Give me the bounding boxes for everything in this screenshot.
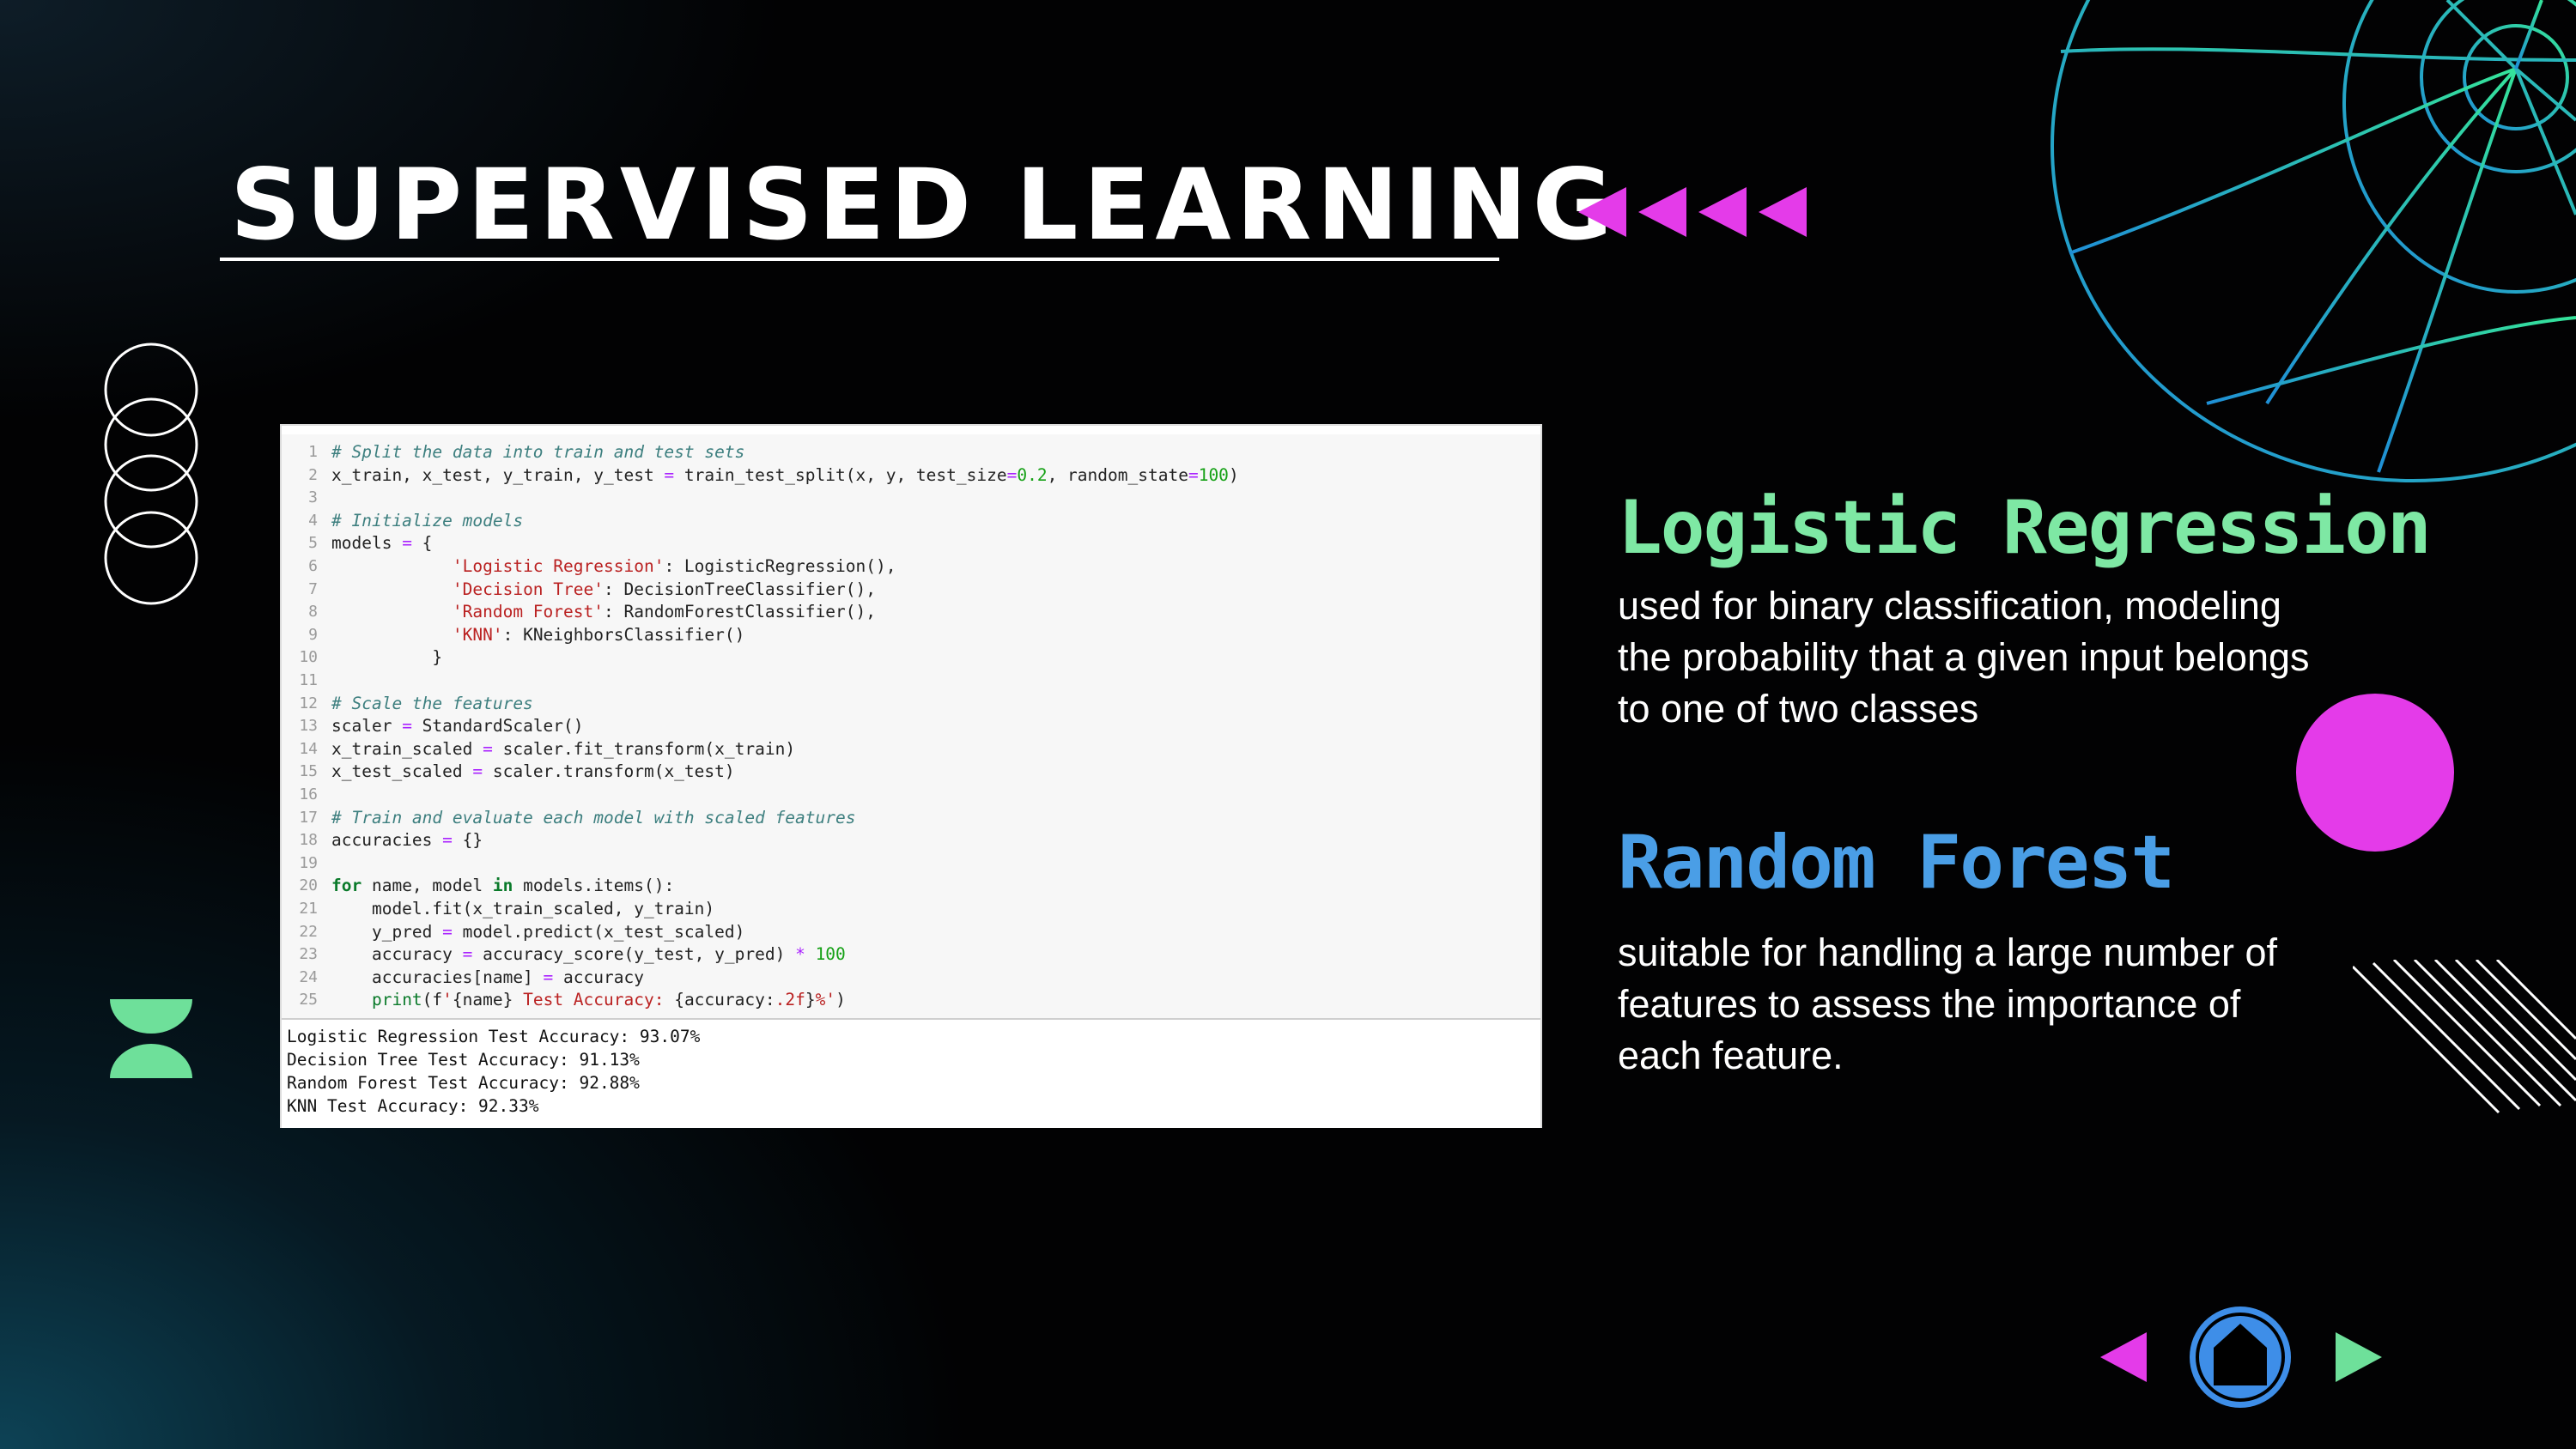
code-output: Logistic Regression Test Accuracy: 93.07… bbox=[282, 1018, 1540, 1128]
code-line: 15 x_test_scaled = scaler.transform(x_tes… bbox=[282, 761, 1540, 784]
code-line: 8 'Random Forest': RandomForestClassifie… bbox=[282, 601, 1540, 624]
line-number: 22 bbox=[299, 922, 318, 941]
line-number: 16 bbox=[299, 785, 318, 803]
code-text: x_train_scaled = scaler.fit_transform(x_… bbox=[331, 738, 796, 759]
line-number: 8 bbox=[308, 603, 318, 621]
line-number: 19 bbox=[299, 853, 318, 872]
code-line: 22 y_pred = model.predict(x_test_scaled) bbox=[282, 921, 1540, 944]
code-text: accuracy = accuracy_score(y_test, y_pred… bbox=[331, 944, 846, 965]
slide-title: SUPERVISED LEARNING bbox=[230, 148, 1619, 262]
code-line: 10 } bbox=[282, 646, 1540, 670]
output-line: Decision Tree Test Accuracy: 91.13% bbox=[287, 1050, 640, 1070]
line-number: 14 bbox=[299, 739, 318, 758]
code-text: # Split the data into train and test set… bbox=[331, 442, 745, 462]
output-line: Logistic Regression Test Accuracy: 93.07… bbox=[287, 1027, 701, 1046]
logistic-regression-title: Logistic Regression bbox=[1618, 485, 2432, 571]
home-icon bbox=[2196, 1313, 2285, 1402]
code-line: 7 'Decision Tree': DecisionTreeClassifie… bbox=[282, 579, 1540, 602]
code-line: 17 # Train and evaluate each model with s… bbox=[282, 807, 1540, 830]
code-line: 4 # Initialize models bbox=[282, 510, 1540, 533]
code-text: # Initialize models bbox=[331, 510, 524, 530]
random-forest-title: Random Forest bbox=[1618, 820, 2175, 906]
line-number: 2 bbox=[308, 465, 318, 484]
line-number: 15 bbox=[299, 762, 318, 781]
line-number: 1 bbox=[308, 443, 318, 461]
code-text: for name, model in models.items(): bbox=[331, 876, 675, 896]
code-line: 5 models = { bbox=[282, 532, 1540, 555]
stacked-circles-icon bbox=[104, 343, 198, 605]
code-line: 6 'Logistic Regression': LogisticRegress… bbox=[282, 555, 1540, 579]
code-line: 1 # Split the data into train and test se… bbox=[282, 441, 1540, 464]
line-number: 20 bbox=[299, 876, 318, 895]
code-text: print(f'{name} Test Accuracy: {accuracy:… bbox=[371, 990, 846, 1010]
code-line: 11 bbox=[282, 670, 1540, 693]
code-text: 'Random Forest': RandomForestClassifier(… bbox=[452, 602, 876, 622]
code-text: models = { bbox=[331, 533, 433, 554]
home-button[interactable] bbox=[2190, 1307, 2291, 1408]
code-text: x_test_scaled = scaler.transform(x_test) bbox=[331, 761, 735, 782]
code-text: x_train, x_test, y_train, y_test = train… bbox=[331, 464, 1239, 485]
line-number: 4 bbox=[308, 511, 318, 530]
code-line: 9 'KNN': KNeighborsClassifier() bbox=[282, 624, 1540, 647]
line-number: 10 bbox=[299, 648, 318, 667]
code-line: 2 x_train, x_test, y_train, y_test = trai… bbox=[282, 464, 1540, 488]
code-line: 25 print(f'{name} Test Accuracy: {accura… bbox=[282, 989, 1540, 1012]
line-number: 13 bbox=[299, 717, 318, 736]
code-line: 13 scaler = StandardScaler() bbox=[282, 715, 1540, 738]
code-text: # Scale the features bbox=[331, 693, 533, 713]
code-text: } bbox=[331, 647, 443, 668]
code-editor: 1 # Split the data into train and test se… bbox=[282, 441, 1540, 1016]
code-line: 14 x_train_scaled = scaler.fit_transform(… bbox=[282, 738, 1540, 761]
rewind-arrows-icon bbox=[1578, 187, 1807, 237]
random-forest-description: suitable for handling a large number of … bbox=[1618, 931, 2277, 1077]
code-text: 'KNN': KNeighborsClassifier() bbox=[452, 624, 745, 645]
diagonal-lines-icon bbox=[2353, 960, 2576, 1114]
code-text: 'Logistic Regression': LogisticRegressio… bbox=[452, 556, 896, 576]
line-number: 11 bbox=[299, 671, 318, 689]
code-line: 21 model.fit(x_train_scaled, y_train) bbox=[282, 898, 1540, 921]
code-line: 19 bbox=[282, 852, 1540, 876]
line-number: 21 bbox=[299, 900, 318, 918]
output-line: KNN Test Accuracy: 92.33% bbox=[287, 1096, 539, 1116]
line-number: 25 bbox=[299, 991, 318, 1009]
code-text: accuracies = {} bbox=[331, 830, 483, 851]
code-line: 24 accuracies[name] = accuracy bbox=[282, 967, 1540, 990]
triangle-right-icon[interactable] bbox=[2332, 1329, 2384, 1385]
code-line: 18 accuracies = {} bbox=[282, 829, 1540, 852]
half-circles-icon bbox=[110, 999, 192, 1078]
line-number: 18 bbox=[299, 831, 318, 850]
line-number: 17 bbox=[299, 808, 318, 827]
globe-wireframe-icon bbox=[2050, 0, 2576, 482]
line-number: 24 bbox=[299, 967, 318, 986]
line-number: 12 bbox=[299, 694, 318, 712]
line-number: 5 bbox=[308, 534, 318, 553]
code-line: 12 # Scale the features bbox=[282, 693, 1540, 716]
logistic-regression-description: used for binary classification, modeling… bbox=[1618, 584, 2310, 731]
line-number: 3 bbox=[308, 488, 318, 507]
line-number: 6 bbox=[308, 557, 318, 575]
code-text: scaler = StandardScaler() bbox=[331, 716, 584, 737]
title-underline bbox=[220, 258, 1499, 261]
code-text: model.fit(x_train_scaled, y_train) bbox=[331, 899, 715, 919]
code-screenshot: 1 # Split the data into train and test se… bbox=[280, 424, 1542, 1128]
line-number: 23 bbox=[299, 945, 318, 964]
code-panel-header bbox=[282, 426, 1540, 434]
code-line: 3 bbox=[282, 487, 1540, 510]
line-number: 9 bbox=[308, 625, 318, 644]
code-text: 'Decision Tree': DecisionTreeClassifier(… bbox=[452, 579, 876, 599]
output-line: Random Forest Test Accuracy: 92.88% bbox=[287, 1073, 640, 1093]
line-number: 7 bbox=[308, 579, 318, 598]
code-text: y_pred = model.predict(x_test_scaled) bbox=[331, 921, 745, 942]
code-line: 23 accuracy = accuracy_score(y_test, y_p… bbox=[282, 943, 1540, 967]
triangle-left-icon[interactable] bbox=[2099, 1329, 2150, 1385]
code-text: accuracies[name] = accuracy bbox=[331, 967, 644, 987]
code-line: 20 for name, model in models.items(): bbox=[282, 875, 1540, 898]
code-line: 16 bbox=[282, 784, 1540, 807]
code-text: # Train and evaluate each model with sca… bbox=[331, 807, 856, 828]
